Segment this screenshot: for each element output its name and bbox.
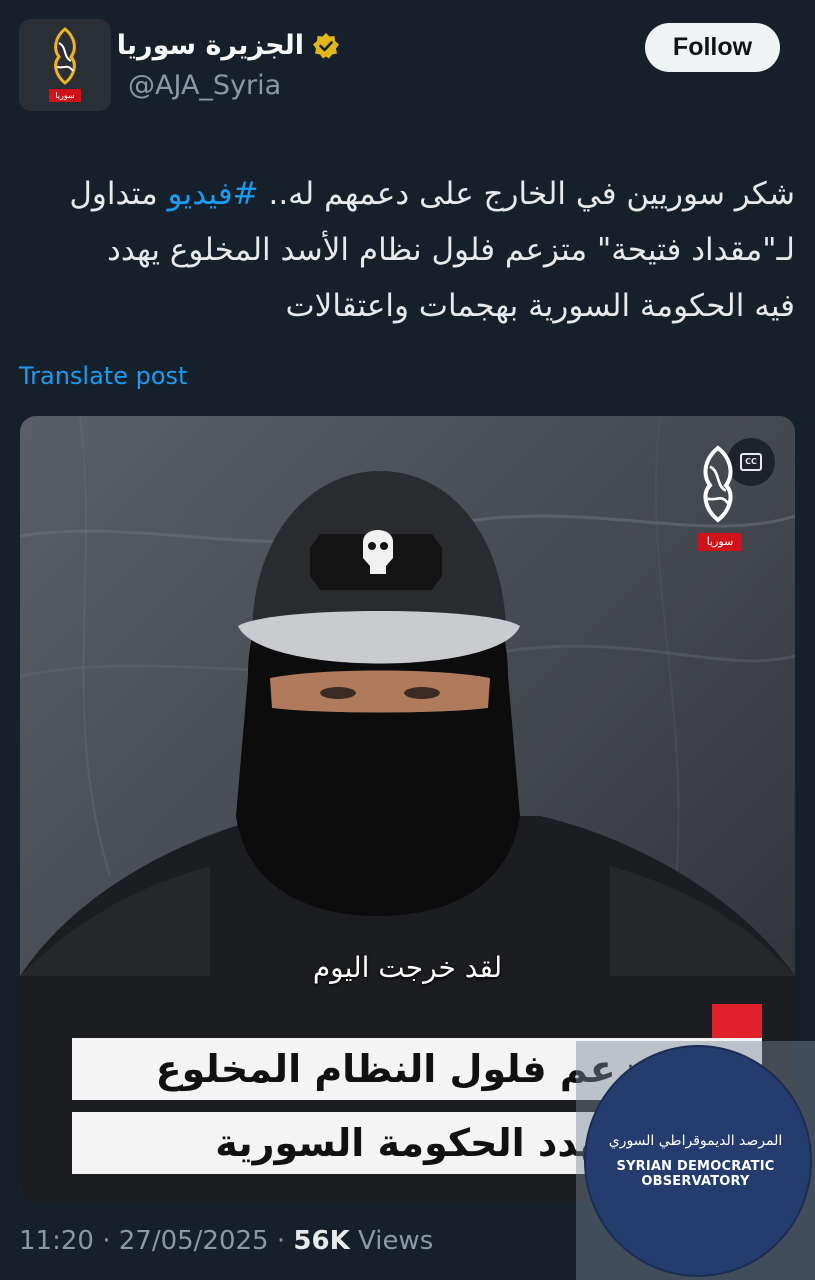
post-date[interactable]: 27/05/2025 xyxy=(119,1226,269,1256)
post-timestamp-row: 11:20 · 27/05/2025 · 56K Views xyxy=(19,1226,433,1256)
post-text-line-1-end: متداول xyxy=(69,176,168,212)
separator-dot: · xyxy=(276,1226,294,1256)
video-subtitle: لقد خرجت اليوم xyxy=(312,951,503,984)
display-name-row: الجزيرة سوريا xyxy=(117,30,340,61)
post-time[interactable]: 11:20 xyxy=(19,1226,94,1256)
post-text-line-1: شكر سوريين في الخارج على دعمهم له.. #فيد… xyxy=(30,166,795,222)
post-text: شكر سوريين في الخارج على دعمهم له.. #فيد… xyxy=(30,166,795,334)
aljazeera-logo-icon xyxy=(54,27,76,85)
observatory-watermark: المرصد الديموقراطي السوري SYRIAN DEMOCRA… xyxy=(576,1041,815,1280)
verified-badge-icon xyxy=(313,32,339,58)
avatar-region-tag: سوريا xyxy=(49,89,81,102)
views-label: Views xyxy=(358,1226,434,1256)
views-count: 56K xyxy=(293,1226,350,1256)
hashtag-link[interactable]: #فيديو xyxy=(168,176,259,212)
translate-post-link[interactable]: Translate post xyxy=(19,362,187,390)
observatory-name-arabic: المرصد الديموقراطي السوري xyxy=(608,1133,783,1149)
display-name[interactable]: الجزيرة سوريا xyxy=(117,30,304,61)
account-handle[interactable]: @AJA_Syria xyxy=(128,70,281,101)
aljazeera-watermark-icon xyxy=(703,445,733,523)
post-text-line-2: لـ"مقداد فتيحة" متزعم فلول نظام الأسد ال… xyxy=(107,232,795,268)
post-text-line-3: فيه الحكومة السورية بهجمات واعتقالات xyxy=(285,288,796,324)
closed-captions-icon: CC xyxy=(740,453,762,471)
watermark-region-tag: سوريا xyxy=(698,533,742,551)
observatory-name-english: SYRIAN DEMOCRATIC OBSERVATORY xyxy=(616,1159,775,1189)
follow-button[interactable]: Follow xyxy=(645,23,780,72)
profile-avatar[interactable]: سوريا xyxy=(19,19,111,111)
separator-dot: · xyxy=(102,1226,119,1256)
post-text-line-1-start: شكر سوريين في الخارج على دعمهم له.. xyxy=(258,176,795,212)
